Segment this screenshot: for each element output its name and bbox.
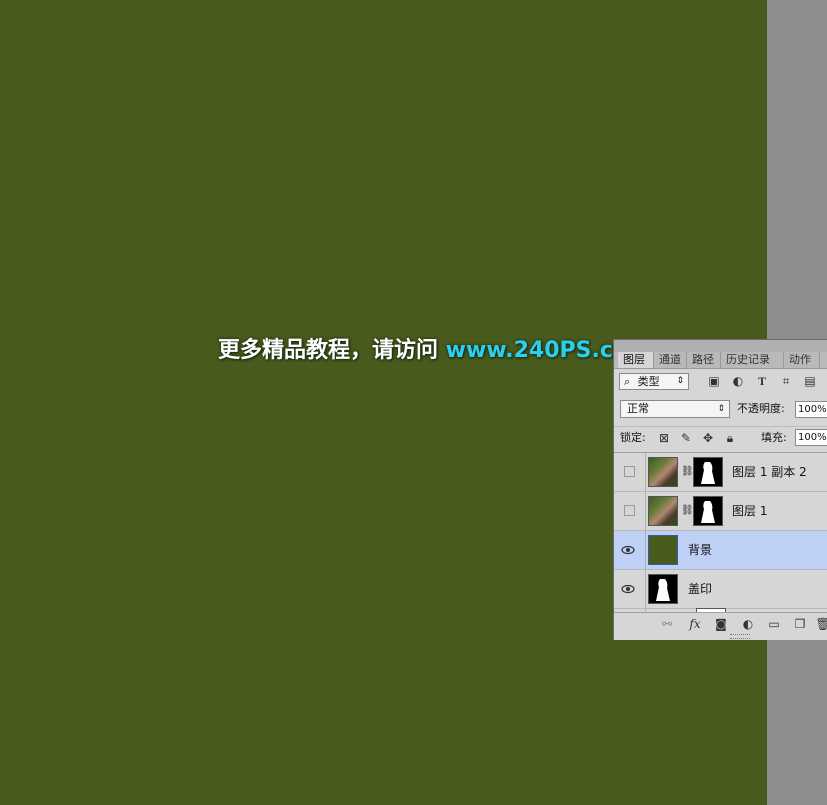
new-layer-icon[interactable]: ❐ [792, 616, 808, 632]
lock-position-icon[interactable]: ✥ [701, 431, 715, 445]
tab-layers[interactable]: 图层 [618, 352, 654, 368]
tab-channels[interactable]: 通道 [654, 352, 687, 368]
image-filter-icon[interactable]: ▣ [708, 375, 720, 387]
lock-image-pixels-icon[interactable]: ✎ [679, 431, 693, 445]
resize-grip[interactable] [730, 634, 750, 639]
fx-icon[interactable]: fx [687, 616, 703, 632]
layer-row-background[interactable]: 背景 [614, 531, 827, 570]
link-layers-icon[interactable]: ⚯ [659, 616, 675, 632]
lock-row: 锁定: ⊠ ✎ ✥ 🔒︎ 填充: 100% [614, 426, 827, 449]
type-filter-icon[interactable]: T [756, 375, 768, 387]
tab-paths[interactable]: 路径 [687, 352, 721, 368]
layer-thumbnail [648, 535, 678, 565]
new-group-icon[interactable]: ▭ [766, 616, 782, 632]
layers-list: ⛓ 图层 1 副本 2 ⛓ 图层 1 背景 盖印 [614, 452, 827, 613]
link-icon[interactable]: ⛓ [681, 506, 694, 516]
divider [645, 453, 646, 492]
shape-filter-icon[interactable]: ⌗ [780, 375, 792, 387]
lock-transparent-pixels-icon[interactable]: ⊠ [657, 431, 671, 445]
eye-icon[interactable] [620, 542, 636, 558]
divider [645, 570, 646, 609]
adjustment-filter-icon[interactable]: ◐ [732, 375, 744, 387]
add-mask-icon[interactable]: ◙ [713, 616, 729, 632]
layer-thumbnail [648, 496, 678, 526]
blend-mode-value: 正常 [627, 402, 649, 415]
delete-layer-icon[interactable]: 🗑︎ [815, 616, 827, 632]
blend-row: 正常 ⇕ 不透明度: 100% [614, 398, 827, 422]
layer-thumbnail [648, 457, 678, 487]
smart-object-filter-icon[interactable]: ▤ [804, 375, 816, 387]
panel-tabs: 图层 通道 路径 历史记录 动作 [614, 352, 827, 369]
visibility-toggle[interactable] [624, 466, 635, 477]
blend-mode-select[interactable]: 正常 ⇕ [620, 400, 730, 418]
watermark-text: 更多精品教程，请访问 www.240PS.com [218, 332, 651, 364]
layer-mask-thumbnail[interactable] [693, 457, 723, 487]
layer-filter-row: ⌕ 类型 ⇕ ▣ ◐ T ⌗ ▤ [614, 370, 827, 394]
adjustment-layer-icon[interactable]: ◐ [740, 616, 756, 632]
opacity-field[interactable]: 100% [795, 401, 827, 418]
search-icon: ⌕ [624, 375, 631, 388]
layer-row-copy2[interactable]: ⛓ 图层 1 副本 2 [614, 453, 827, 492]
lock-all-icon[interactable]: 🔒︎ [723, 431, 737, 445]
divider [645, 531, 646, 570]
tab-history[interactable]: 历史记录 [721, 352, 784, 368]
select-arrow-icon: ⇕ [676, 376, 684, 386]
filter-kind-label: 类型 [637, 375, 660, 388]
layers-panel: 图层 通道 路径 历史记录 动作 ⌕ 类型 ⇕ ▣ ◐ T ⌗ ▤ 正常 ⇕ 不… [613, 339, 827, 640]
layer-name: 图层 1 副本 2 [732, 465, 807, 479]
filter-kind-select[interactable]: ⌕ 类型 ⇕ [619, 373, 689, 390]
panel-title-bar[interactable] [614, 340, 827, 352]
layer-name: 图层 1 [732, 504, 768, 518]
select-arrow-icon: ⇕ [717, 404, 725, 414]
mask-figure-icon [656, 579, 670, 601]
tab-actions[interactable]: 动作 [784, 352, 820, 368]
divider [645, 492, 646, 531]
layer-name: 盖印 [688, 582, 713, 596]
watermark-prefix: 更多精品教程，请访问 [218, 338, 446, 363]
fill-field[interactable]: 100% [795, 429, 827, 446]
layer-row-stamp[interactable]: 盖印 [614, 570, 827, 609]
eye-icon[interactable] [620, 581, 636, 597]
layer-mask-thumbnail[interactable] [693, 496, 723, 526]
opacity-label: 不透明度: [737, 402, 785, 415]
mask-figure-icon [701, 462, 715, 484]
layers-footer: ⚯ fx ◙ ◐ ▭ ❐ 🗑︎ [614, 612, 827, 635]
fill-label: 填充: [761, 431, 787, 444]
layer-row-layer1[interactable]: ⛓ 图层 1 [614, 492, 827, 531]
mask-figure-icon [701, 501, 715, 523]
visibility-toggle[interactable] [624, 505, 635, 516]
layer-thumbnail [648, 574, 678, 604]
link-icon[interactable]: ⛓ [681, 467, 694, 477]
layer-name: 背景 [688, 543, 713, 557]
lock-label: 锁定: [620, 431, 646, 444]
